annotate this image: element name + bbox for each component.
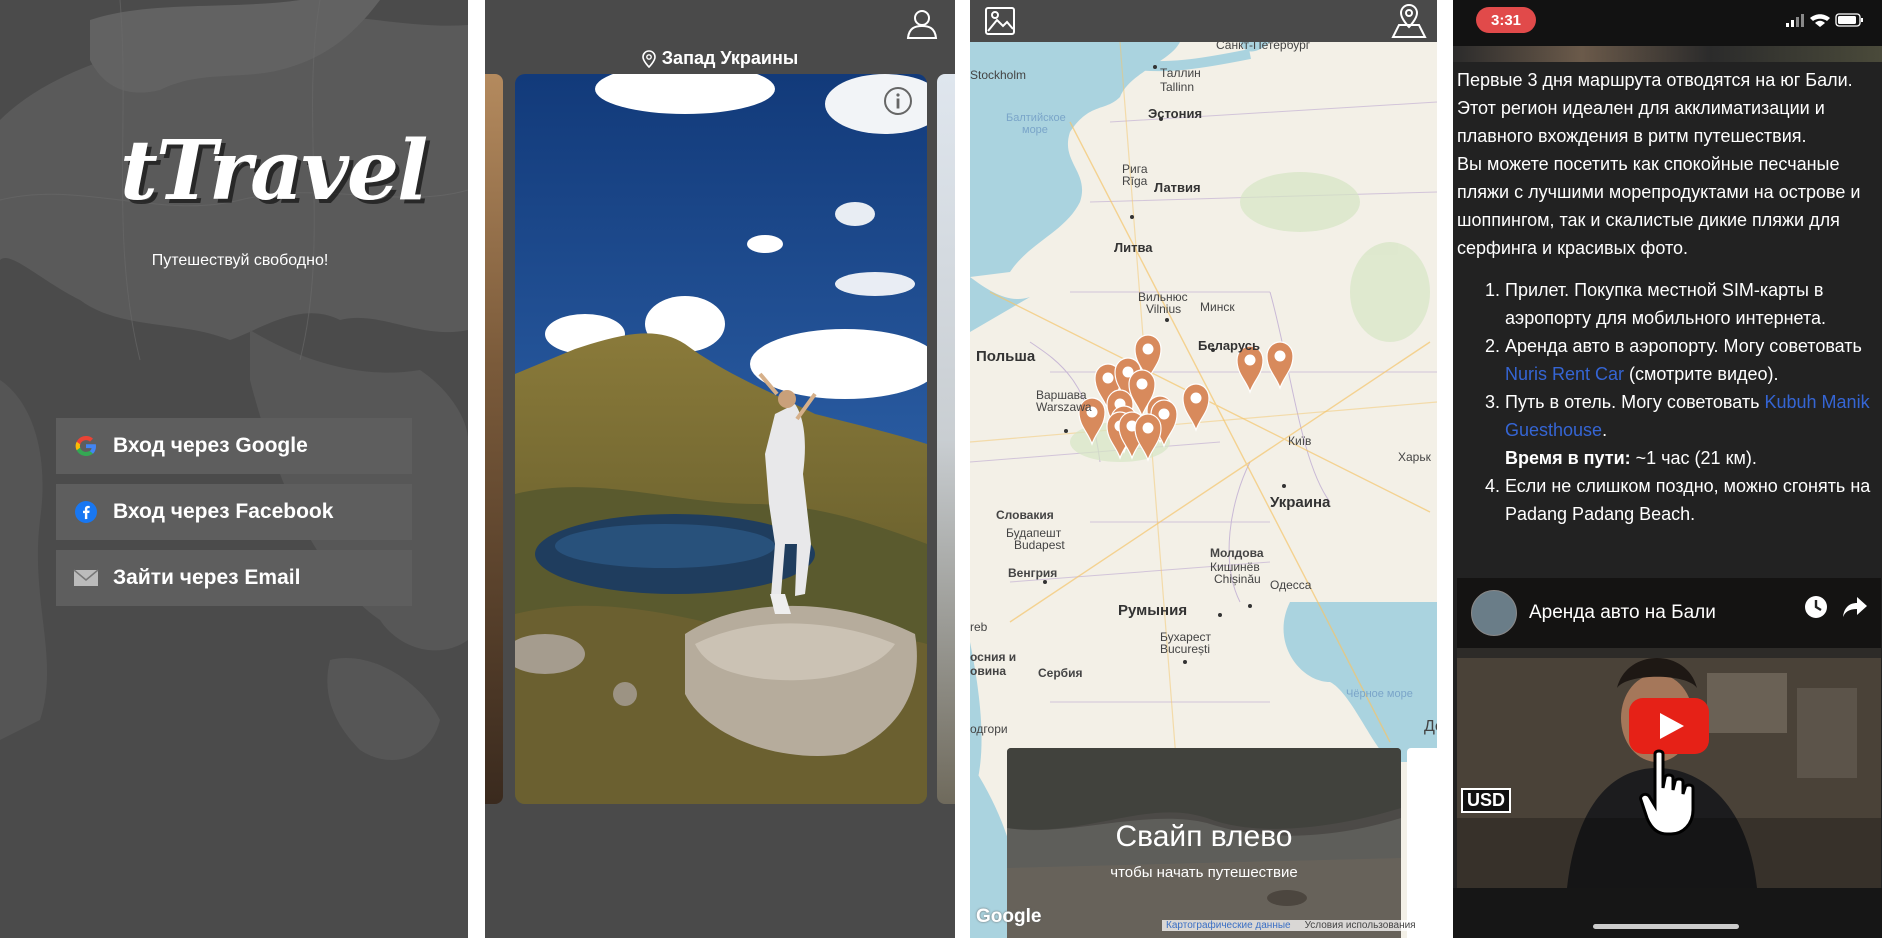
article-body: Первые 3 дня маршрута отводятся на юг Ба… [1457,66,1881,528]
google-logo: Google [976,906,1042,927]
map-label-poland: Польша [976,348,1036,365]
map-label-podgorica: одгори [970,722,1008,736]
article-screen: 3:31 Первые 3 дня маршрута отводятся на … [1453,0,1882,938]
map-label-slovakia: Словакия [996,508,1054,522]
travel-time-label: Время в пути: [1505,448,1631,468]
map-data-link[interactable]: Картографические данные [1166,920,1291,931]
map-icon[interactable] [1391,3,1427,44]
map-label-budapest-lat: Budapest [1014,538,1065,552]
map-label-minsk: Минск [1200,300,1235,314]
facebook-icon [73,499,99,525]
map-label-hungary: Венгрия [1008,566,1058,580]
email-login-label: Зайти через Email [113,566,301,589]
clock-icon[interactable] [1803,594,1829,625]
tour-card-screen: Запад Украины [485,0,955,938]
map-label-serbia: Сербия [1038,666,1083,680]
map-label-zagreb: reb [970,620,988,634]
swipe-subtitle: чтобы начать путешествие [1110,864,1298,881]
top-photo-strip [1453,46,1882,62]
terms-link[interactable]: Условия использования [1305,920,1416,931]
list-item: Прилет. Покупка местной SIM-карты в аэро… [1505,276,1881,332]
map-label-belarus: Беларусь [1198,338,1260,353]
tour-photo-card[interactable] [515,74,927,804]
mountain-lake-photo [515,74,927,804]
facebook-login-button[interactable]: Вход через Facebook [56,484,412,540]
login-screen: tTravel Путешествуй свободно! Вход через… [0,0,468,938]
list-item: Путь в отель. Могу советовать Kubuh Mani… [1505,388,1881,472]
video-title[interactable]: Аренда авто на Бали [1529,602,1716,624]
map-label-lithuania: Литва [1114,240,1153,255]
map-label-baltic1: Балтийское [1006,112,1066,124]
google-login-button[interactable]: Вход через Google [56,418,412,474]
map-label-kyiv: Київ [1288,434,1312,448]
image-icon[interactable] [984,5,1018,44]
region-label: Запад Украины [661,48,799,68]
map-label-tallinn-lat: Tallinn [1160,80,1195,94]
location-pin-icon [641,49,656,68]
map-label-odesa: Одесса [1270,578,1312,592]
map-toolbar [970,0,1437,42]
status-icons [1786,13,1863,27]
map-label-bosnia2: овина [970,664,1007,678]
bottom-bar [1453,888,1882,938]
map-label-side: Де [1424,718,1437,735]
map-label-warsaw-lat: Warszawa [1036,400,1092,414]
region-title: Запад Украины [485,48,955,69]
swipe-card[interactable]: Свайп влево чтобы начать путешествие [1007,748,1401,938]
paragraph-1: Первые 3 дня маршрута отводятся на юг Ба… [1457,70,1853,146]
item2-text-b: (смотрите видео). [1624,364,1779,384]
youtube-video[interactable]: Аренда авто на Бали USD [1457,578,1881,888]
next-card-peek[interactable] [937,74,955,804]
travel-time-value: ~1 час (21 км). [1630,448,1757,468]
google-login-label: Вход через Google [113,434,308,457]
nuris-rent-car-link[interactable]: Nuris Rent Car [1505,364,1624,384]
list-item: Аренда авто в аэропорту. Могу советовать… [1505,332,1881,388]
swipe-title: Свайп влево [1115,820,1293,853]
status-bar: 3:31 [1453,0,1882,46]
map-label-tallinn: Таллин [1160,66,1201,80]
map-screen: Санкт-Петербург Таллин Tallinn Stockholm… [970,0,1437,938]
tagline: Путешествуй свободно! [151,252,329,269]
next-swipe-card-peek[interactable] [1407,748,1437,938]
map-label-bucharest-lat: București [1160,642,1211,656]
google-map[interactable]: Санкт-Петербург Таллин Tallinn Stockholm… [970,42,1437,938]
usd-badge: USD [1461,788,1512,813]
map-label-estonia: Эстония [1148,106,1203,121]
map-attribution: Картографические данные Условия использо… [1162,920,1420,931]
map-label-chisinau-lat: Chișinău [1214,572,1261,586]
previous-card-peek[interactable] [485,74,503,804]
map-label-latvia: Латвия [1154,180,1201,195]
map-label-moldova: Молдова [1210,546,1264,560]
itinerary-list: Прилет. Покупка местной SIM-карты в аэро… [1457,276,1881,528]
channel-avatar[interactable] [1471,590,1517,636]
app-logo: tTravel [120,123,428,219]
map-label-kharkiv: Харьк [1398,450,1431,464]
facebook-login-label: Вход через Facebook [113,500,334,523]
map-label-romania: Румыния [1118,602,1188,619]
paragraph-2: Вы можете посетить как спокойные песчаны… [1457,154,1861,258]
hand-pointer-icon [1637,748,1707,843]
item3-text: Путь в отель. Могу советовать [1505,392,1765,412]
map-label-ukraine: Украина [1270,494,1331,511]
user-icon[interactable] [905,6,939,45]
map-label-riga-lat: Rīga [1122,174,1148,188]
email-login-button[interactable]: Зайти через Email [56,550,412,606]
item2-text: Аренда авто в аэропорту. Могу советовать [1505,336,1862,356]
share-icon[interactable] [1841,594,1869,625]
map-label-bosnia: осния и [970,650,1017,664]
map-label-vilnius-lat: Vilnius [1146,302,1182,316]
map-label-black-sea: Чёрное море [1346,688,1413,700]
envelope-icon [73,565,99,591]
info-icon[interactable] [883,86,913,121]
home-indicator[interactable] [1593,924,1739,929]
list-item: Если не слишком поздно, можно сгонять на… [1505,472,1881,528]
map-label-baltic2: море [1022,124,1048,136]
google-icon [73,433,99,459]
map-label-stockholm: Stockholm [970,68,1027,82]
item3-dot: . [1602,420,1608,440]
status-time: 3:31 [1476,7,1536,33]
map-label-spb: Санкт-Петербург [1216,42,1311,52]
